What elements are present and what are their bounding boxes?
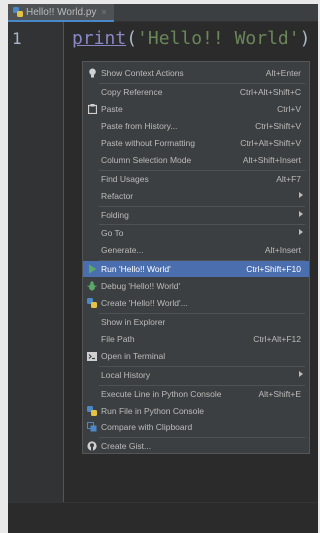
menu-item-local-history[interactable]: Local History (83, 367, 309, 383)
menu-item-shortcut: Ctrl+Alt+Shift+V (240, 138, 301, 148)
menu-item-shortcut: Ctrl+Alt+F12 (253, 334, 301, 344)
line-number: 1 (12, 29, 22, 48)
menu-item-show-context-actions[interactable]: Show Context Actions Alt+Enter (83, 65, 309, 81)
menu-item-label: Folding (101, 210, 129, 220)
menu-item-label: Column Selection Mode (101, 155, 192, 165)
menu-item-label: Refactor (101, 191, 134, 201)
menu-item-debug[interactable]: Debug 'Hello!! World' (83, 278, 309, 294)
menu-item-label: Run 'Hello!! World' (101, 264, 171, 274)
menu-item-shortcut: Alt+Shift+Insert (242, 155, 301, 165)
editor-tab[interactable]: Hello!! World.py × (8, 4, 114, 22)
menu-item-column-selection-mode[interactable]: Column Selection Mode Alt+Shift+Insert (83, 152, 309, 168)
code-open-paren: ( (126, 28, 138, 49)
menu-item-open-in-terminal[interactable]: Open in Terminal (83, 348, 309, 364)
menu-item-run[interactable]: Run 'Hello!! World' Ctrl+Shift+F10 (83, 261, 309, 277)
menu-item-run-file-in-console[interactable]: Run File in Python Console (83, 403, 309, 419)
editor-bottom-area (8, 502, 318, 533)
menu-item-shortcut: Ctrl+Shift+V (255, 121, 301, 131)
menu-item-label: Go To (101, 228, 124, 238)
code-function-name: print (72, 28, 127, 49)
code-close-paren: ) (299, 28, 311, 49)
line-gutter: 1 (8, 22, 64, 502)
terminal-icon (87, 351, 97, 361)
code-line[interactable]: print('Hello!! World') (72, 28, 310, 49)
menu-item-label: Copy Reference (101, 87, 163, 97)
menu-item-label: File Path (101, 334, 135, 344)
submenu-arrow-icon (299, 229, 303, 235)
editor-tab-filename: Hello!! World.py (26, 6, 97, 18)
compare-icon (87, 422, 97, 432)
menu-item-shortcut: Alt+Insert (264, 245, 301, 255)
submenu-arrow-icon (299, 211, 303, 217)
menu-item-label: Show in Explorer (101, 317, 166, 327)
menu-item-shortcut: Alt+Enter (265, 68, 301, 78)
code-string-literal: 'Hello!! World' (137, 28, 300, 49)
menu-item-go-to[interactable]: Go To (83, 225, 309, 241)
menu-item-label: Show Context Actions (101, 68, 184, 78)
menu-item-shortcut: Ctrl+V (277, 104, 301, 114)
menu-item-file-path[interactable]: File Path Ctrl+Alt+F12 (83, 331, 309, 347)
menu-item-create-gist[interactable]: Create Gist... (83, 438, 309, 454)
menu-item-compare-with-clipboard[interactable]: Compare with Clipboard (83, 419, 309, 435)
python-icon (87, 298, 97, 308)
menu-item-label: Create Gist... (101, 441, 152, 451)
lightbulb-icon (87, 68, 97, 78)
menu-item-folding[interactable]: Folding (83, 207, 309, 223)
menu-item-label: Run File in Python Console (101, 406, 205, 416)
python-file-icon (13, 7, 23, 17)
menu-item-label: Paste from History... (101, 121, 178, 131)
menu-item-paste-from-history[interactable]: Paste from History... Ctrl+Shift+V (83, 118, 309, 134)
menu-item-show-in-explorer[interactable]: Show in Explorer (83, 314, 309, 330)
menu-item-label: Open in Terminal (101, 351, 166, 361)
menu-item-create-run-config[interactable]: Create 'Hello!! World'... (83, 295, 309, 311)
menu-item-label: Compare with Clipboard (101, 422, 193, 432)
menu-item-paste-without-formatting[interactable]: Paste without Formatting Ctrl+Alt+Shift+… (83, 135, 309, 151)
menu-item-shortcut: Alt+Shift+E (258, 389, 301, 399)
menu-item-generate[interactable]: Generate... Alt+Insert (83, 242, 309, 258)
run-icon (87, 264, 97, 274)
editor-tab-strip: Hello!! World.py × (8, 4, 318, 22)
debug-icon (87, 281, 97, 291)
menu-item-paste[interactable]: Paste Ctrl+V (83, 101, 309, 117)
menu-item-refactor[interactable]: Refactor (83, 188, 309, 204)
menu-item-shortcut: Alt+F7 (276, 174, 301, 184)
menu-item-label: Local History (101, 370, 151, 380)
menu-item-label: Paste without Formatting (101, 138, 196, 148)
menu-item-copy-reference[interactable]: Copy Reference Ctrl+Alt+Shift+C (83, 84, 309, 100)
menu-item-label: Debug 'Hello!! World' (101, 281, 181, 291)
clipboard-icon (87, 104, 97, 114)
menu-item-label: Execute Line in Python Console (101, 389, 222, 399)
submenu-arrow-icon (299, 192, 303, 198)
menu-item-shortcut: Ctrl+Shift+F10 (246, 264, 301, 274)
menu-item-label: Paste (101, 104, 123, 114)
submenu-arrow-icon (299, 371, 303, 377)
context-menu: Show Context Actions Alt+Enter Copy Refe… (82, 61, 310, 454)
github-icon (87, 441, 97, 451)
menu-item-execute-line-in-console[interactable]: Execute Line in Python Console Alt+Shift… (83, 386, 309, 402)
menu-item-label: Generate... (101, 245, 144, 255)
close-icon[interactable]: × (101, 7, 106, 17)
menu-item-label: Create 'Hello!! World'... (101, 298, 188, 308)
menu-item-label: Find Usages (101, 174, 149, 184)
menu-item-shortcut: Ctrl+Alt+Shift+C (239, 87, 301, 97)
python-icon (87, 406, 97, 416)
menu-item-find-usages[interactable]: Find Usages Alt+F7 (83, 171, 309, 187)
